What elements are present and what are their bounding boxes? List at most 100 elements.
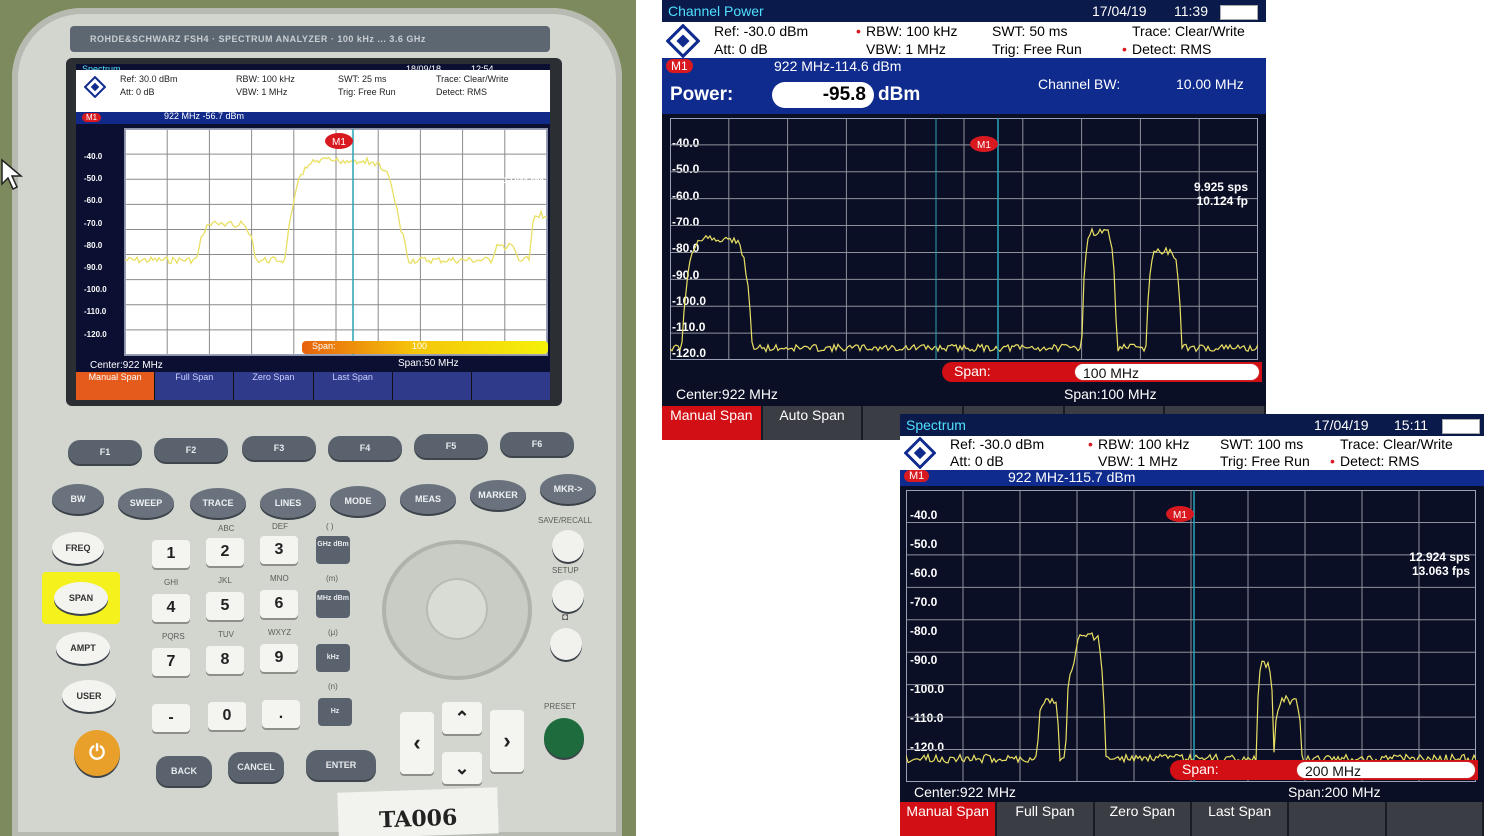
y-tick-label: -100.0 xyxy=(84,285,107,295)
sp-span-value[interactable]: 200 MHz xyxy=(1296,761,1476,779)
sp-vbw: VBW: 1 MHz xyxy=(1098,453,1178,469)
f5-key[interactable]: F5 xyxy=(414,434,488,458)
cp-marker-panel: M1 922 MHz-114.6 dBm Power: -95.8 dBm Ch… xyxy=(662,58,1266,114)
mhz-dbm-key[interactable]: MHz dBm xyxy=(316,590,350,618)
enter-key[interactable]: ENTER xyxy=(306,750,376,780)
channel-power-window: Channel Power 17/04/19 11:39 Ref: -30.0 … xyxy=(662,0,1266,440)
device-ref: Ref: 30.0 dBm xyxy=(120,74,178,84)
mouse-cursor-icon xyxy=(0,158,26,197)
f6-key[interactable]: F6 xyxy=(500,432,574,456)
sp-span-label: Span: xyxy=(1182,761,1219,777)
key-5[interactable]: 5 xyxy=(206,592,244,620)
device-trace: Trace: Clear/Write xyxy=(436,74,509,84)
sp-softkey-zero-span[interactable]: Zero Span xyxy=(1094,802,1192,836)
f2-key[interactable]: F2 xyxy=(154,438,228,462)
sweep-key[interactable]: SWEEP xyxy=(118,488,174,518)
ampt-key[interactable]: AMPT xyxy=(56,632,110,664)
device-softkey-full-span[interactable]: Full Span xyxy=(154,372,234,400)
key-9[interactable]: 9 xyxy=(260,644,298,672)
marker-m1-label: M1 xyxy=(1173,510,1187,521)
cp-ref: Ref: -30.0 dBm xyxy=(714,23,809,39)
device-sweep-info: 12.944 sps 13.010 fps xyxy=(488,176,544,194)
arrow-up-button[interactable]: ⌃ xyxy=(442,702,482,734)
sp-sweep-info: 12.924 sps 13.063 fps xyxy=(1380,550,1470,578)
arrow-right-button[interactable]: › xyxy=(490,710,524,772)
back-key[interactable]: BACK xyxy=(156,756,212,786)
device-softkey-last-span[interactable]: Last Span xyxy=(312,372,392,400)
key-2[interactable]: 2 xyxy=(206,538,244,566)
key-6[interactable]: 6 xyxy=(260,590,298,618)
sp-span-field[interactable]: Span: 200 MHz xyxy=(1170,760,1478,780)
cp-info-panel: Ref: -30.0 dBm Att: 0 dB • RBW: 100 kHz … xyxy=(662,22,1266,61)
sp-softkey-last-span[interactable]: Last Span xyxy=(1191,802,1290,836)
device-softkey-bar: Manual Span Full Span Zero Span Last Spa… xyxy=(76,372,550,400)
rotary-knob[interactable] xyxy=(382,540,532,680)
user-key[interactable]: USER xyxy=(62,680,116,712)
preset-button[interactable] xyxy=(544,718,584,758)
cp-span-field[interactable]: Span: 100 MHz xyxy=(942,362,1262,382)
sp-marker-readout: 922 MHz-115.7 dBm xyxy=(1008,469,1136,485)
numpad-letters-mno: MNO xyxy=(270,574,289,583)
arrow-down-button[interactable]: ⌄ xyxy=(442,752,482,784)
ghz-dbm-key[interactable]: GHz dBm xyxy=(316,536,350,564)
f3-key[interactable]: F3 xyxy=(242,436,316,460)
y-tick-label: -50.0 xyxy=(84,174,103,184)
hz-key[interactable]: Hz xyxy=(318,698,352,726)
key-minus[interactable]: - xyxy=(152,704,190,732)
f4-key[interactable]: F4 xyxy=(328,436,402,460)
setup-label: SETUP xyxy=(552,566,579,575)
sp-softkey-full-span[interactable]: Full Span xyxy=(997,802,1095,836)
key-1[interactable]: 1 xyxy=(152,540,190,568)
marker-key[interactable]: MARKER xyxy=(470,480,526,510)
cp-span-value[interactable]: 100 MHz xyxy=(1074,363,1260,381)
key-7[interactable]: 7 xyxy=(152,648,190,676)
cp-center: Center:922 MHz xyxy=(676,386,778,402)
power-button[interactable]: ⏻ xyxy=(74,730,120,776)
y-tick-label: -40.0 xyxy=(84,152,103,161)
device-softkey-5[interactable] xyxy=(391,372,471,400)
trace-key[interactable]: TRACE xyxy=(190,488,246,518)
cp-channel-bw-label: Channel BW: xyxy=(1038,76,1121,92)
mode-key[interactable]: MODE xyxy=(330,486,386,516)
key-8[interactable]: 8 xyxy=(206,646,244,674)
meas-key[interactable]: MEAS xyxy=(400,484,456,514)
preset-label: PRESET xyxy=(544,702,577,711)
save-recall-button[interactable] xyxy=(552,530,584,562)
device-span-field[interactable]: Span: 100 xyxy=(302,341,548,354)
khz-key[interactable]: kHz xyxy=(316,644,350,672)
device-trig: Trig: Free Run xyxy=(338,87,396,97)
sp-softkey-6[interactable] xyxy=(1386,802,1484,836)
device-softkey-zero-span[interactable]: Zero Span xyxy=(233,372,313,400)
device-sps: 12.944 sps xyxy=(503,176,544,185)
cp-softkey-auto-span[interactable]: Auto Span xyxy=(762,406,864,440)
arrow-left-button[interactable]: ‹ xyxy=(400,712,434,774)
mkr-arrow-key[interactable]: MKR-> xyxy=(540,474,596,504)
sp-softkey-5[interactable] xyxy=(1289,802,1387,836)
device-span-value: 100 xyxy=(412,341,428,351)
device-vbw: VBW: 1 MHz xyxy=(236,87,288,97)
device-att: Att: 0 dB xyxy=(120,87,155,97)
sp-sps: 12.924 sps xyxy=(1409,550,1470,564)
sp-softkey-manual-span[interactable]: Manual Span xyxy=(900,802,998,836)
device-softkey-6[interactable] xyxy=(470,372,550,400)
key-3[interactable]: 3 xyxy=(260,536,298,564)
f1-key[interactable]: F1 xyxy=(68,440,142,464)
key-0[interactable]: 0 xyxy=(208,702,246,730)
numpad-letters-ghi: GHI xyxy=(164,578,179,587)
cp-logo-icon xyxy=(665,23,701,61)
cp-sweep-info: 9.925 sps 10.124 fp xyxy=(1164,180,1248,208)
lines-key[interactable]: LINES xyxy=(260,488,316,518)
device-softkey-manual-span[interactable]: Manual Span xyxy=(76,372,155,400)
screenshot-button[interactable] xyxy=(550,628,582,660)
key-4[interactable]: 4 xyxy=(152,594,190,622)
key-decimal[interactable]: . xyxy=(262,700,300,728)
span-key[interactable]: SPAN xyxy=(54,582,108,614)
freq-key[interactable]: FREQ xyxy=(52,532,104,564)
bw-key[interactable]: BW xyxy=(52,484,104,514)
cp-softkey-manual-span[interactable]: Manual Span xyxy=(662,406,763,440)
setup-button[interactable] xyxy=(552,580,584,612)
cp-power-value: -95.8 xyxy=(772,82,874,108)
marker-m1-label: M1 xyxy=(977,140,991,151)
cancel-key[interactable]: CANCEL xyxy=(228,752,284,782)
cp-span-readout: Span:100 MHz xyxy=(1064,386,1157,402)
